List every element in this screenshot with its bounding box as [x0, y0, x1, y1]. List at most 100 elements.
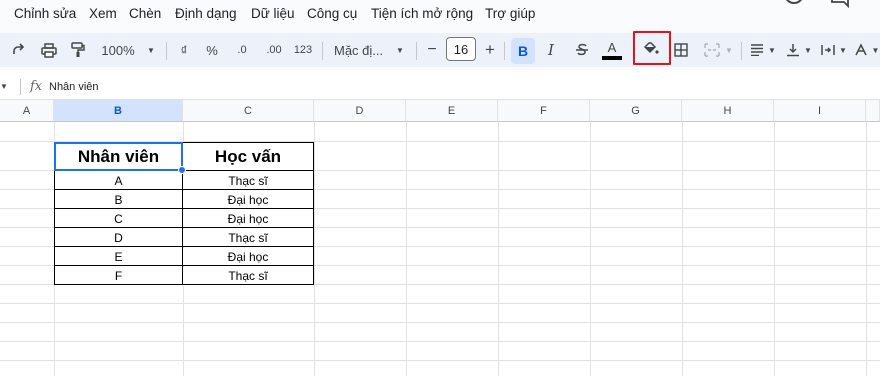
table-border: [54, 265, 314, 266]
active-cell-selection: [54, 142, 183, 171]
print-icon[interactable]: [40, 35, 58, 65]
toolbar-separator: [416, 42, 417, 60]
grid-line: [866, 122, 867, 376]
bold-button[interactable]: B: [511, 38, 535, 64]
menu-view[interactable]: Xem: [89, 6, 117, 21]
menu-extensions[interactable]: Tiện ích mở rộng: [371, 6, 473, 21]
table-cell-education[interactable]: Thạc sĩ: [183, 229, 313, 246]
table-cell-employee[interactable]: D: [55, 229, 182, 246]
column-header-e[interactable]: E: [406, 100, 498, 122]
column-header-j[interactable]: [866, 100, 880, 122]
menu-help[interactable]: Trợ giúp: [485, 6, 535, 21]
strikethrough-icon[interactable]: [573, 35, 591, 65]
table-cell-employee[interactable]: F: [55, 267, 182, 284]
table-cell-education[interactable]: Thạc sĩ: [183, 267, 313, 284]
grid-line: [0, 360, 880, 361]
grid-line: [0, 303, 880, 304]
grid-line: [590, 122, 591, 376]
merge-dropdown-arrow-icon[interactable]: ▼: [724, 35, 734, 65]
table-cell-education[interactable]: Đại học: [183, 210, 313, 227]
menu-edit[interactable]: Chỉnh sửa: [14, 6, 76, 21]
font-family-select[interactable]: Mặc đị...: [334, 35, 394, 65]
table-border: [54, 284, 314, 285]
text-color-swatch: [602, 55, 622, 60]
toolbar-separator: [741, 42, 742, 60]
fill-handle[interactable]: [178, 166, 186, 174]
fill-color-icon[interactable]: [641, 35, 661, 65]
menu-insert[interactable]: Chèn: [129, 6, 161, 21]
decrease-decimal-label: .0: [237, 44, 247, 56]
horizontal-align-icon[interactable]: [749, 35, 765, 65]
zoom-select[interactable]: 100%: [100, 35, 136, 65]
rotation-dropdown-arrow-icon[interactable]: ▼: [871, 35, 880, 65]
menu-tools[interactable]: Công cụ: [307, 6, 357, 21]
table-border: [54, 227, 314, 228]
fx-icon: fx: [30, 79, 43, 94]
borders-icon[interactable]: [673, 35, 689, 65]
font-size-input[interactable]: 16: [446, 37, 476, 61]
more-formats-button[interactable]: 123: [292, 35, 314, 65]
increase-font-size-button[interactable]: +: [483, 35, 497, 65]
decrease-font-size-button[interactable]: −: [425, 35, 439, 65]
column-header-h[interactable]: H: [682, 100, 774, 122]
valign-dropdown-arrow-icon[interactable]: ▼: [803, 35, 813, 65]
table-border: [54, 189, 314, 190]
grid-line: [406, 122, 407, 376]
table-border: [313, 142, 314, 285]
text-color-button[interactable]: A: [601, 35, 623, 65]
column-header-f[interactable]: F: [498, 100, 590, 122]
zoom-dropdown-arrow-icon[interactable]: ▼: [146, 35, 156, 65]
name-box-dropdown-icon[interactable]: ▼: [0, 82, 8, 91]
grid-line: [682, 122, 683, 376]
text-rotation-icon[interactable]: [853, 35, 869, 65]
column-header-c[interactable]: C: [183, 100, 314, 122]
grid-line: [498, 122, 499, 376]
menu-data[interactable]: Dữ liệu: [251, 6, 295, 21]
formula-bar: ▼ fx Nhân viên: [0, 74, 880, 100]
currency-format-button[interactable]: ₫: [178, 35, 190, 65]
italic-button[interactable]: I: [543, 35, 559, 65]
grid-line: [774, 122, 775, 376]
column-header-d[interactable]: D: [314, 100, 406, 122]
text-color-letter: A: [607, 39, 617, 55]
grid-line: [0, 341, 880, 342]
table-header-education[interactable]: Học vấn: [183, 143, 313, 170]
table-border: [54, 208, 314, 209]
history-icon[interactable]: [783, 0, 805, 15]
table-cell-employee[interactable]: E: [55, 248, 182, 265]
grid-line: [0, 322, 880, 323]
toolbar-separator: [504, 42, 505, 60]
comments-icon[interactable]: [830, 0, 850, 15]
wrap-dropdown-arrow-icon[interactable]: ▼: [838, 35, 848, 65]
font-dropdown-arrow-icon[interactable]: ▼: [395, 35, 405, 65]
formula-input[interactable]: Nhân viên: [49, 81, 99, 93]
table-cell-education[interactable]: Đại học: [183, 191, 313, 208]
table-border: [54, 246, 314, 247]
column-header-i[interactable]: I: [774, 100, 866, 122]
table-cell-employee[interactable]: A: [55, 172, 182, 189]
align-dropdown-arrow-icon[interactable]: ▼: [767, 35, 777, 65]
decrease-decimal-button[interactable]: .0: [232, 35, 252, 65]
column-header-a[interactable]: A: [0, 100, 54, 122]
table-cell-education[interactable]: Thạc sĩ: [183, 172, 313, 189]
column-header-b[interactable]: B: [54, 100, 183, 122]
grid-line: [314, 122, 315, 376]
text-wrapping-icon[interactable]: [820, 35, 836, 65]
menu-format[interactable]: Định dạng: [175, 6, 237, 21]
merge-cells-icon[interactable]: [703, 35, 721, 65]
formula-bar-separator: [20, 79, 21, 95]
toolbar-separator: [166, 42, 167, 60]
table-cell-education[interactable]: Đại học: [183, 248, 313, 265]
paint-format-icon[interactable]: [70, 35, 86, 65]
increase-decimal-label: .00: [266, 44, 282, 56]
table-cell-employee[interactable]: C: [55, 210, 182, 227]
redo-icon[interactable]: [11, 35, 27, 65]
increase-decimal-button[interactable]: .00: [262, 35, 286, 65]
vertical-align-icon[interactable]: [785, 35, 801, 65]
menu-bar: Chỉnh sửa Xem Chèn Định dạng Dữ liệu Côn…: [0, 0, 880, 30]
column-header-g[interactable]: G: [590, 100, 682, 122]
table-cell-employee[interactable]: B: [55, 191, 182, 208]
toolbar: 100% ▼ ₫ % .0 .00 123 Mặc đị... ▼ − 16 +…: [0, 30, 880, 70]
toolbar-separator: [322, 42, 323, 60]
percent-format-button[interactable]: %: [205, 35, 219, 65]
